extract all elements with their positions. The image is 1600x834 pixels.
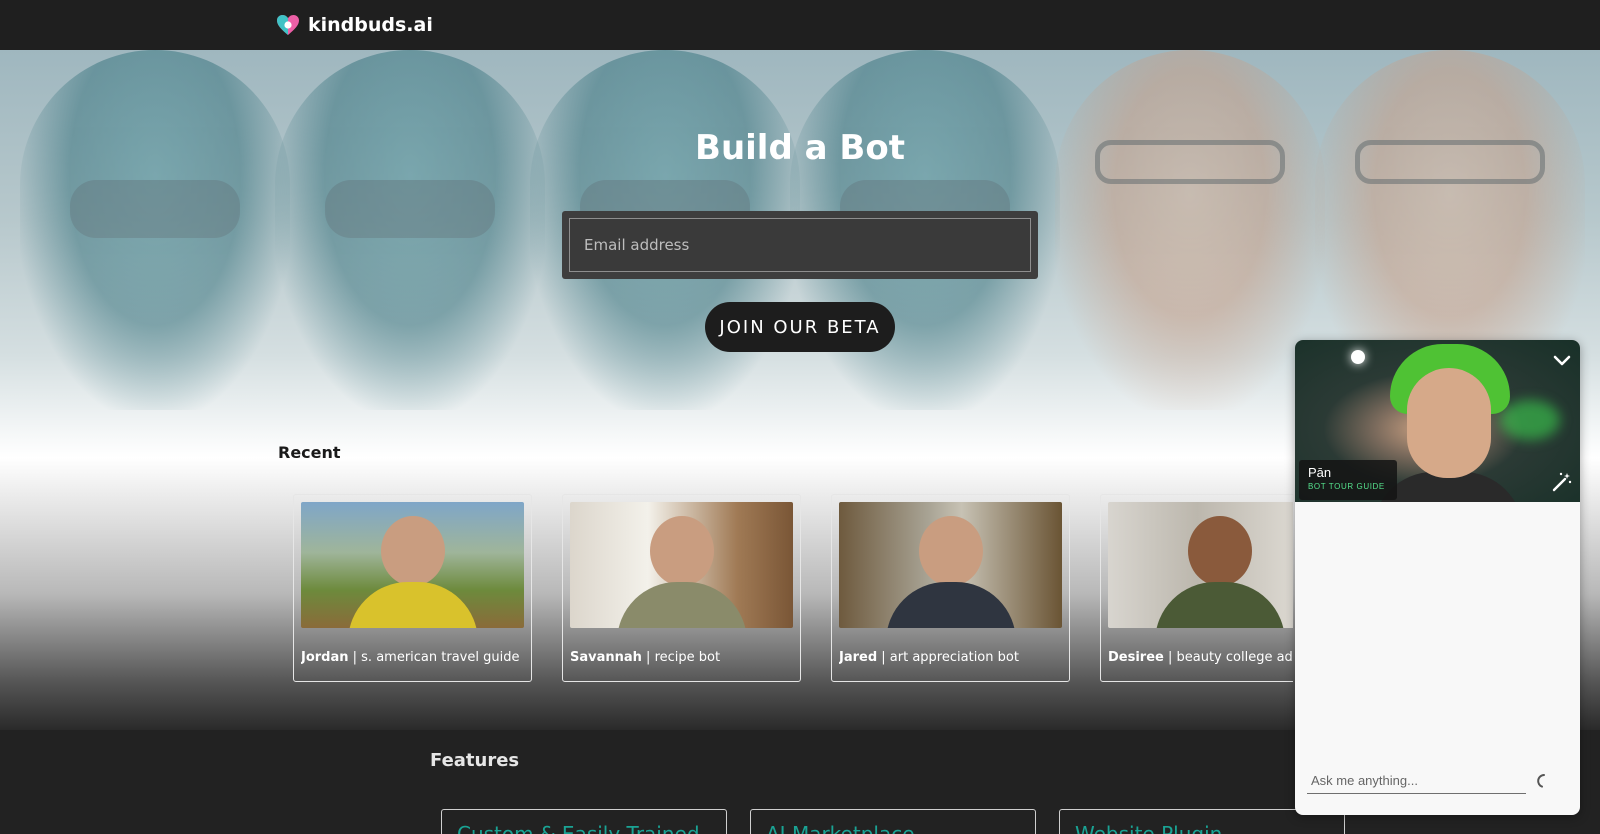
background-human-face-image [1055, 50, 1325, 410]
bot-name: Jared [839, 650, 878, 665]
bot-card-image [570, 502, 793, 628]
background-helmet-face-image [20, 50, 290, 410]
bot-card[interactable]: Savannah | recipe bot [562, 494, 801, 682]
collapse-chat-button[interactable] [1550, 348, 1574, 372]
bot-card[interactable]: Jordan | s. american travel guide [293, 494, 532, 682]
chevron-down-icon [1553, 355, 1571, 366]
email-form [562, 211, 1038, 279]
bot-description: | beauty college advisor [1167, 650, 1293, 665]
bot-card-caption: Jordan | s. american travel guide [301, 650, 524, 665]
magic-wand-icon [1552, 472, 1572, 492]
bot-description: | recipe bot [641, 650, 721, 665]
person-head-shape [918, 516, 983, 586]
bot-card[interactable]: Desiree | beauty college advisor [1100, 494, 1293, 682]
bot-card-image [1108, 502, 1293, 628]
bot-card-caption: Jared | art appreciation bot [839, 650, 1062, 665]
feature-card[interactable]: AI Marketplace [750, 809, 1036, 834]
hero-title: Build a Bot [695, 128, 905, 168]
background-glow [1500, 400, 1560, 440]
bot-name-tag: Pān BOT TOUR GUIDE [1299, 460, 1397, 500]
feature-card[interactable]: Custom & Easily Trained [441, 809, 727, 834]
bot-name: Jordan [301, 650, 349, 665]
person-body-shape [616, 582, 747, 628]
bot-card-caption: Savannah | recipe bot [570, 650, 793, 665]
bot-name: Desiree [1108, 650, 1164, 665]
person-head-shape [649, 516, 714, 586]
person-body-shape [885, 582, 1016, 628]
bot-name: Savannah [570, 650, 642, 665]
bot-card-caption: Desiree | beauty college advisor [1108, 650, 1293, 665]
person-head-shape [1187, 516, 1252, 586]
bot-avatar-video: Pān BOT TOUR GUIDE [1295, 340, 1580, 502]
email-input[interactable] [569, 218, 1031, 272]
person-head-shape [380, 516, 445, 586]
background-helmet-face-image [275, 50, 545, 410]
recent-section-title: Recent [278, 443, 341, 462]
chat-widget: Pān BOT TOUR GUIDE [1295, 340, 1580, 815]
chat-message-input[interactable] [1307, 768, 1526, 794]
person-body-shape [347, 582, 478, 628]
heart-logo-icon [277, 15, 299, 35]
join-beta-button[interactable]: JOIN OUR BETA [705, 302, 895, 352]
bot-card-image [839, 502, 1062, 628]
bot-description: | art appreciation bot [877, 650, 1019, 665]
magic-wand-button[interactable] [1550, 470, 1574, 494]
loading-spinner-icon [1537, 774, 1545, 788]
chat-bot-role: BOT TOUR GUIDE [1308, 482, 1385, 491]
bot-description: | s. american travel guide [348, 650, 520, 665]
visor-shape [325, 180, 495, 238]
visor-shape [70, 180, 240, 238]
background-light [1351, 350, 1365, 364]
brand-name: kindbuds.ai [308, 14, 433, 36]
brand-link[interactable]: kindbuds.ai [276, 14, 433, 36]
features-title: Features [430, 750, 520, 771]
recent-bots-carousel: Jordan | s. american travel guide Savann… [293, 494, 1293, 684]
avatar-face-shape [1407, 368, 1491, 478]
bot-card[interactable]: Jared | art appreciation bot [831, 494, 1070, 682]
bot-card-image [301, 502, 524, 628]
top-navigation-bar: kindbuds.ai [0, 0, 1600, 50]
chat-bot-name: Pān [1308, 465, 1332, 480]
person-body-shape [1154, 582, 1285, 628]
